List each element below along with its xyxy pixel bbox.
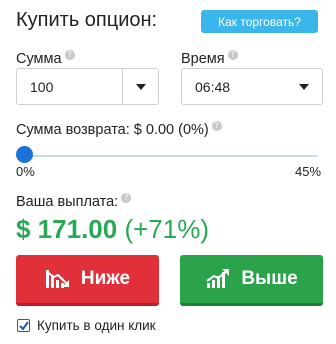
amount-value[interactable]: 100 xyxy=(17,79,122,95)
chevron-down-icon xyxy=(135,83,146,90)
help-icon[interactable]: ? xyxy=(227,50,238,60)
payout-percent: (+71%) xyxy=(124,214,209,244)
chevron-down-icon xyxy=(299,83,309,90)
time-select[interactable]: 06:48 xyxy=(181,68,323,105)
refund-label: Сумма возврата: xyxy=(16,121,130,138)
help-icon[interactable]: ? xyxy=(64,50,75,60)
slider-max-label: 45% xyxy=(295,164,322,179)
refund-label-row: Сумма возврата: $ 0.00 (0%)? xyxy=(16,121,222,138)
lower-label: Ниже xyxy=(80,268,131,289)
page-title: Купить опцион: xyxy=(16,9,158,31)
refund-value: $ 0.00 (0%) xyxy=(133,121,209,138)
time-dropdown-button[interactable] xyxy=(286,69,322,104)
amount-dropdown-button[interactable] xyxy=(122,69,158,104)
checkmark-icon xyxy=(18,320,29,331)
time-value[interactable]: 06:48 xyxy=(182,79,286,95)
higher-button[interactable]: Выше xyxy=(180,255,323,306)
how-to-trade-button[interactable]: Как торговать? xyxy=(201,10,318,33)
payout-amount: $ 171.00 xyxy=(16,214,118,244)
one-click-row[interactable]: Купить в один клик xyxy=(17,318,156,333)
lower-button[interactable]: Ниже xyxy=(16,255,159,306)
amount-label: Сумма xyxy=(16,50,62,67)
time-label-row: Время? xyxy=(181,50,238,67)
refund-slider-track[interactable] xyxy=(18,155,318,157)
slider-min-label: 0% xyxy=(16,164,35,179)
one-click-label: Купить в один клик xyxy=(37,318,156,333)
help-icon[interactable]: ? xyxy=(121,193,132,203)
refund-slider-handle[interactable] xyxy=(16,146,33,163)
help-icon[interactable]: ? xyxy=(211,121,222,131)
payout-label: Ваша выплата: xyxy=(16,193,119,210)
payout-label-row: Ваша выплата:? xyxy=(16,193,132,210)
higher-label: Выше xyxy=(241,268,298,289)
one-click-checkbox[interactable] xyxy=(17,319,30,332)
amount-label-row: Сумма? xyxy=(16,50,75,67)
amount-select[interactable]: 100 xyxy=(16,68,159,105)
chart-down-icon xyxy=(45,270,69,288)
time-label: Время xyxy=(181,50,225,67)
chart-up-icon xyxy=(206,269,230,288)
payout-value: $ 171.00 (+71%) xyxy=(16,214,209,245)
